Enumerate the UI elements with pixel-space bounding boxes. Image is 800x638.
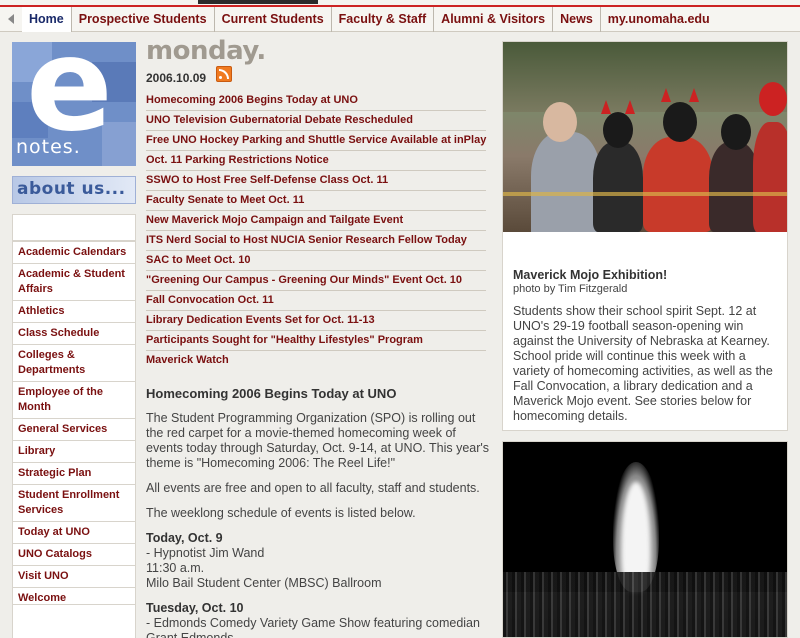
- nav-news[interactable]: News: [553, 6, 601, 32]
- nav-prospective-students[interactable]: Prospective Students: [72, 6, 215, 32]
- headline-list: Homecoming 2006 Begins Today at UNO UNO …: [146, 91, 486, 370]
- logo-letter: e: [26, 42, 113, 160]
- nav-current-students[interactable]: Current Students: [215, 6, 332, 32]
- lead-story: Homecoming 2006 Begins Today at UNO The …: [146, 386, 492, 638]
- sidebar-item-library[interactable]: Library: [12, 441, 136, 463]
- enotes-logo[interactable]: e notes.: [12, 42, 136, 166]
- sidebar-footer-box: [12, 604, 136, 638]
- story-title: Homecoming 2006 Begins Today at UNO: [146, 386, 397, 401]
- headline-link[interactable]: Faculty Senate to Meet Oct. 11: [146, 191, 486, 211]
- story-paragraph: All events are free and open to all facu…: [146, 481, 480, 495]
- event-day: Tuesday, Oct. 10: [146, 601, 244, 615]
- headline-link[interactable]: SAC to Meet Oct. 10: [146, 251, 486, 271]
- nav-home[interactable]: Home: [22, 6, 72, 32]
- issue-day: monday.: [146, 36, 266, 66]
- event-line: Milo Bail Student Center (MBSC) Ballroom: [146, 576, 382, 590]
- event-day: Today, Oct. 9: [146, 531, 223, 545]
- sidebar-item-strategic-plan[interactable]: Strategic Plan: [12, 463, 136, 485]
- story-paragraph: The Student Programming Organization (SP…: [146, 411, 490, 470]
- sidebar-item-academic-student-affairs[interactable]: Academic & Student Affairs: [12, 264, 136, 301]
- sidebar-item-colleges-departments[interactable]: Colleges & Departments: [12, 345, 136, 382]
- headline-link[interactable]: ITS Nerd Social to Host NUCIA Senior Res…: [146, 231, 486, 251]
- feature-title: Maverick Mojo Exhibition!: [513, 268, 668, 282]
- rss-icon[interactable]: [216, 66, 232, 82]
- nav-faculty-staff[interactable]: Faculty & Staff: [332, 6, 435, 32]
- sidebar-header: [12, 214, 136, 241]
- sidebar-item-athletics[interactable]: Athletics: [12, 301, 136, 323]
- logo-text: notes.: [16, 136, 81, 158]
- headline-link[interactable]: Participants Sought for "Healthy Lifesty…: [146, 331, 486, 351]
- sidebar-item-student-enrollment-services[interactable]: Student Enrollment Services: [12, 485, 136, 522]
- headline-link[interactable]: Maverick Watch: [146, 351, 486, 370]
- sidebar-nav: Academic Calendars Academic & Student Af…: [12, 241, 136, 610]
- feature-box: Maverick Mojo Exhibition! photo by Tim F…: [502, 41, 788, 431]
- sidebar-item-today-at-uno[interactable]: Today at UNO: [12, 522, 136, 544]
- bonfire-photo[interactable]: [502, 441, 788, 638]
- sidebar-item-uno-catalogs[interactable]: UNO Catalogs: [12, 544, 136, 566]
- photo-credit: photo by Tim Fitzgerald: [513, 283, 628, 295]
- nav-back-arrow-icon[interactable]: [0, 7, 22, 32]
- headline-link[interactable]: Free UNO Hockey Parking and Shuttle Serv…: [146, 131, 486, 151]
- sidebar-item-general-services[interactable]: General Services: [12, 419, 136, 441]
- headline-link[interactable]: UNO Television Gubernatorial Debate Resc…: [146, 111, 486, 131]
- headline-link[interactable]: Homecoming 2006 Begins Today at UNO: [146, 91, 486, 111]
- feature-caption: Students show their school spirit Sept. …: [513, 304, 773, 423]
- issue-date: 2006.10.09: [146, 71, 207, 85]
- sidebar-item-employee-of-month[interactable]: Employee of the Month: [12, 382, 136, 419]
- event-line: - Edmonds Comedy Variety Game Show featu…: [146, 616, 480, 638]
- nav-alumni-visitors[interactable]: Alumni & Visitors: [434, 6, 554, 32]
- story-paragraph: The weeklong schedule of events is liste…: [146, 506, 416, 520]
- headline-link[interactable]: "Greening Our Campus - Greening Our Mind…: [146, 271, 486, 291]
- headline-link[interactable]: SSWO to Host Free Self-Defense Class Oct…: [146, 171, 486, 191]
- about-us-label: about us...: [17, 179, 126, 199]
- nav-my-unomaha[interactable]: my.unomaha.edu: [601, 7, 717, 32]
- sidebar-item-academic-calendars[interactable]: Academic Calendars: [12, 241, 136, 264]
- headline-link[interactable]: Oct. 11 Parking Restrictions Notice: [146, 151, 486, 171]
- sidebar-item-visit-uno[interactable]: Visit UNO: [12, 566, 136, 588]
- event-line: 11:30 a.m.: [146, 561, 205, 575]
- main-nav: Home Prospective Students Current Studen…: [0, 6, 800, 32]
- headline-link[interactable]: New Maverick Mojo Campaign and Tailgate …: [146, 211, 486, 231]
- sidebar-item-class-schedule[interactable]: Class Schedule: [12, 323, 136, 345]
- event-line: - Hypnotist Jim Wand: [146, 546, 265, 560]
- headline-link[interactable]: Fall Convocation Oct. 11: [146, 291, 486, 311]
- feature-photo[interactable]: [503, 42, 787, 232]
- about-us-button[interactable]: about us...: [12, 176, 136, 204]
- headline-link[interactable]: Library Dedication Events Set for Oct. 1…: [146, 311, 486, 331]
